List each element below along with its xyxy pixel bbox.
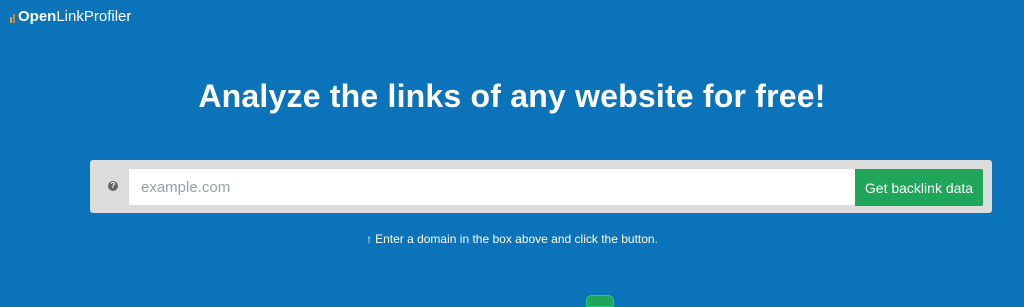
search-form: ? Get backlink data bbox=[90, 160, 992, 213]
arrow-up-icon: ↑ bbox=[366, 232, 373, 246]
hint-text-row: ↑ Enter a domain in the box above and cli… bbox=[0, 232, 1024, 246]
partial-green-button[interactable] bbox=[586, 295, 614, 307]
get-backlink-data-button[interactable]: Get backlink data bbox=[855, 169, 983, 206]
logo-text-light: LinkProfiler bbox=[56, 8, 132, 25]
question-circle-icon[interactable]: ? bbox=[108, 181, 118, 191]
logo-text-bold: Open bbox=[18, 8, 57, 25]
bar-chart-icon bbox=[10, 11, 15, 23]
hint-text: Enter a domain in the box above and clic… bbox=[375, 232, 658, 246]
domain-input[interactable] bbox=[129, 169, 856, 205]
site-logo[interactable]: OpenLinkProfiler bbox=[10, 8, 131, 26]
page-title: Analyze the links of any website for fre… bbox=[198, 78, 826, 114]
